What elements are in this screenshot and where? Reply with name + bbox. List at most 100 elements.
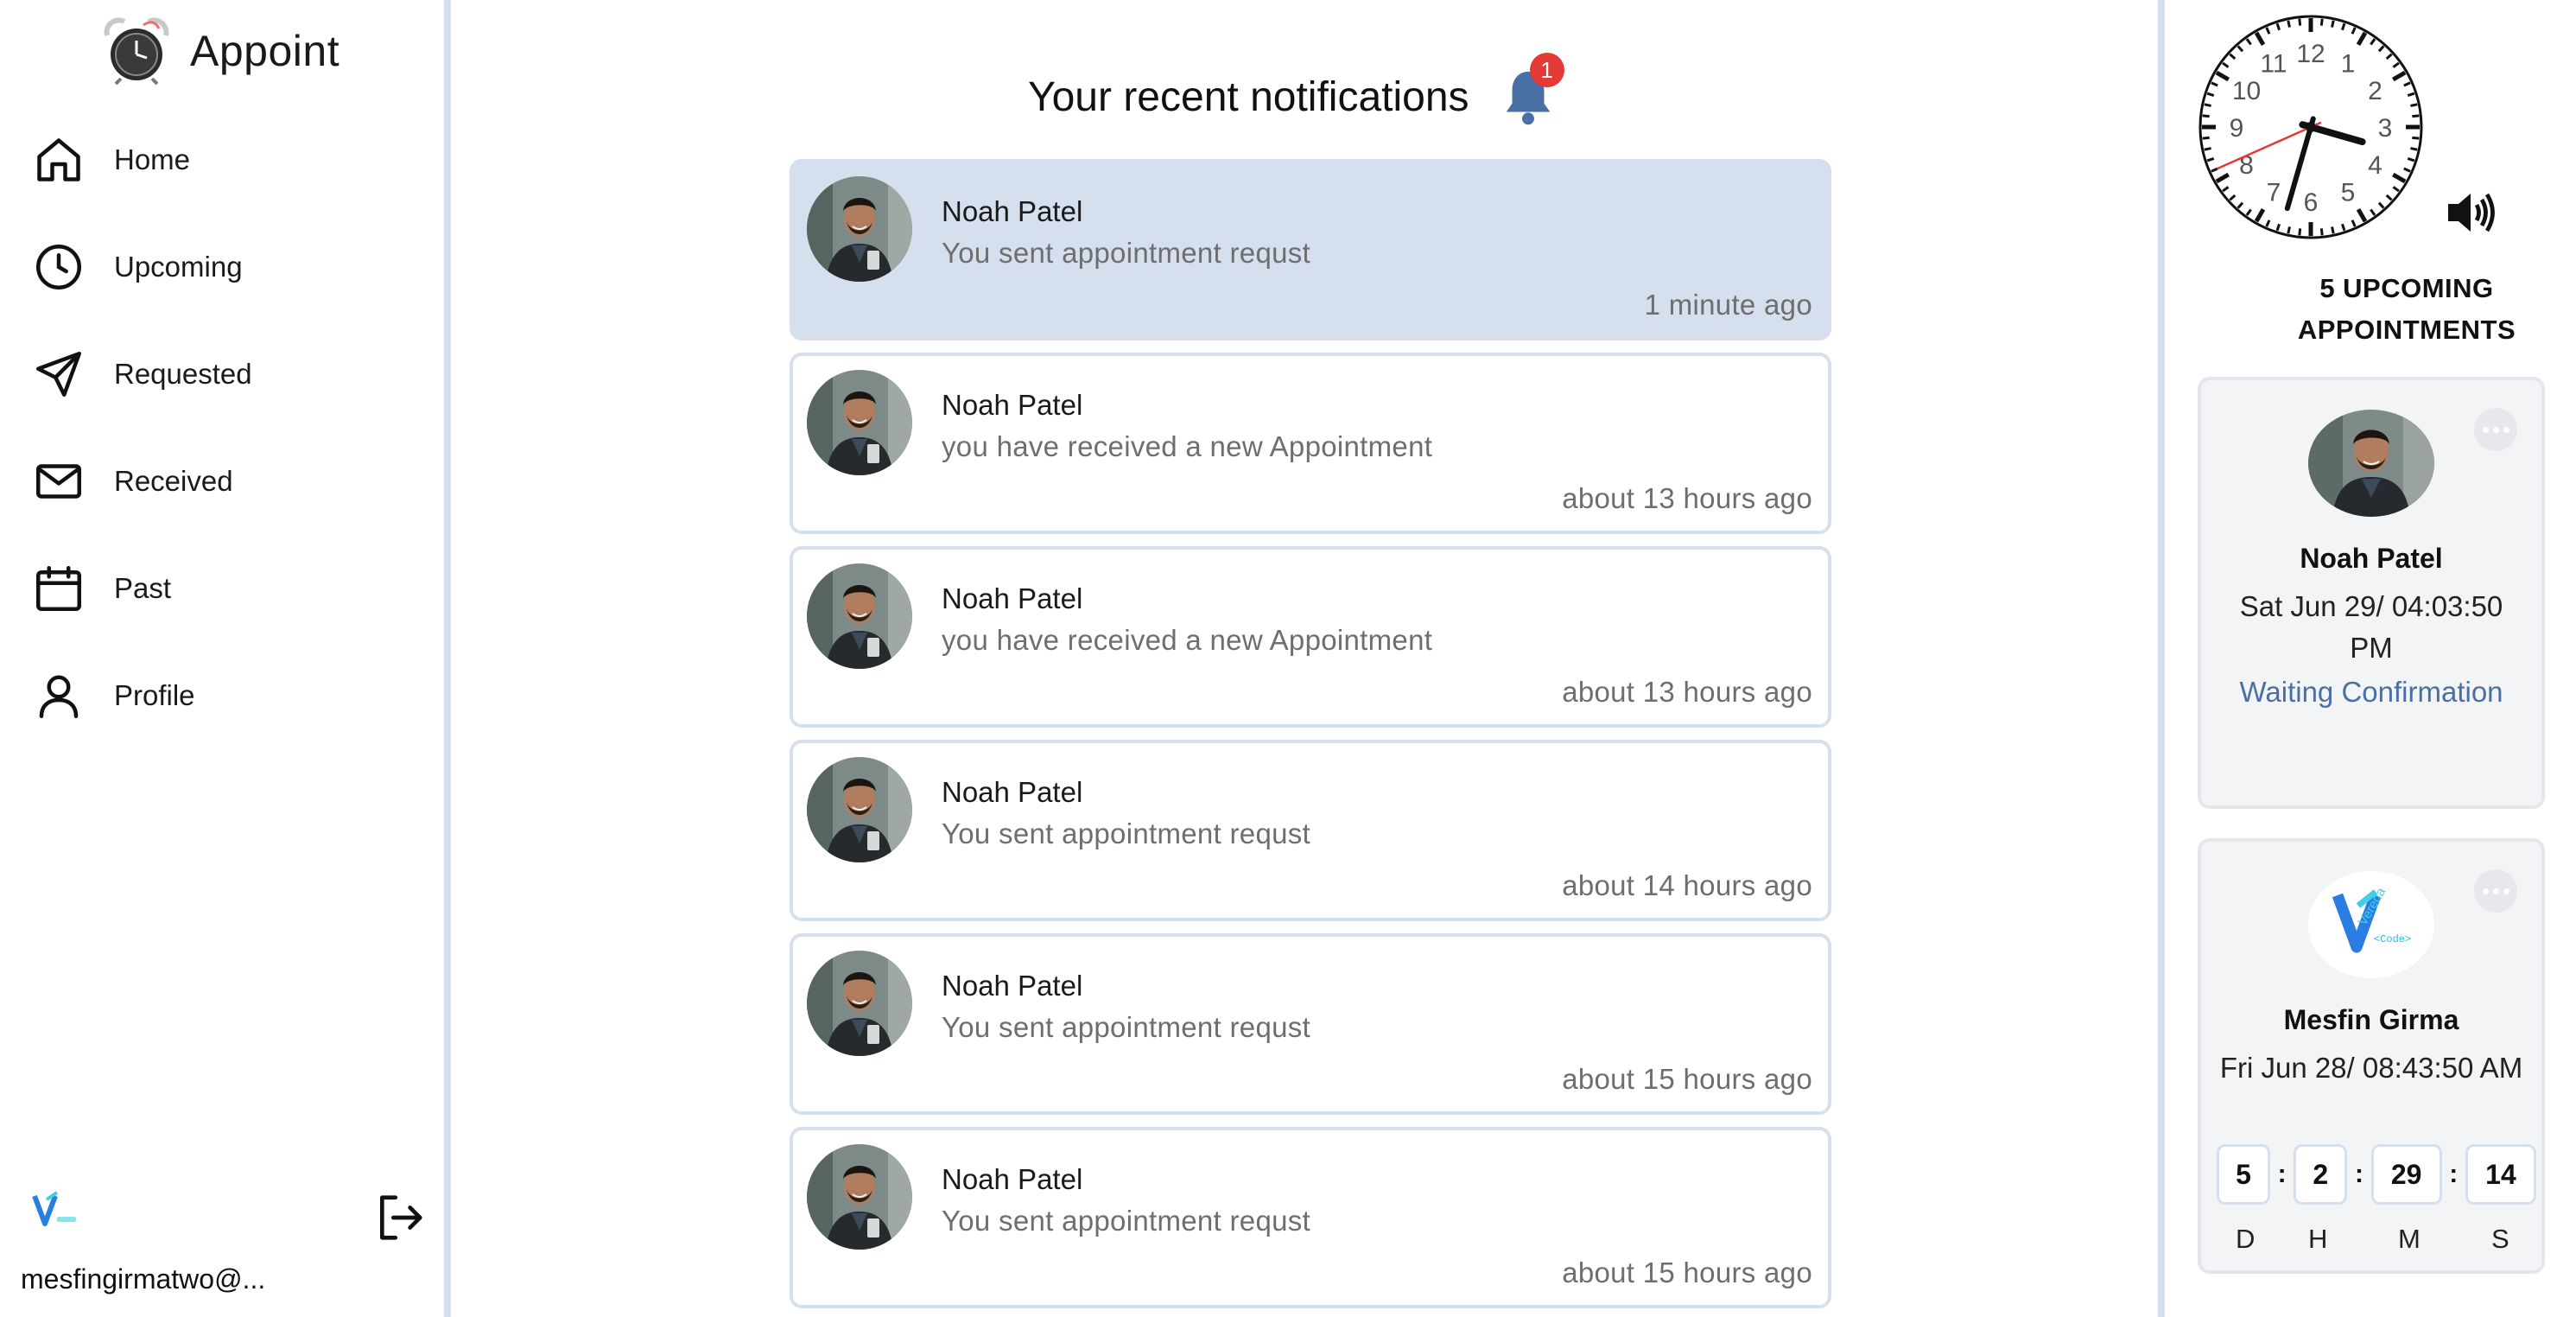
sidebar-item-past[interactable]: Past bbox=[33, 558, 430, 619]
dot-icon bbox=[2492, 426, 2499, 433]
dot-icon bbox=[2503, 888, 2509, 894]
sidebar: Appoint Home Upcoming Requested Received… bbox=[0, 0, 451, 1317]
more-options-button[interactable] bbox=[2474, 408, 2517, 451]
avatar bbox=[807, 951, 912, 1056]
notification-badge: 1 bbox=[1529, 53, 1564, 87]
clock-tick bbox=[2412, 136, 2420, 140]
appointment-date: Fri Jun 28/ 08:43:50 AM bbox=[2219, 1052, 2523, 1084]
notification-sender: Noah Patel bbox=[942, 582, 1083, 614]
sidebar-item-label: Home bbox=[114, 143, 191, 175]
clock-number: 10 bbox=[2232, 77, 2261, 105]
appointment-date: Sat Jun 29/ 04:03:50 PM bbox=[2239, 590, 2503, 664]
app-root: Appoint Home Upcoming Requested Received… bbox=[0, 0, 2576, 1317]
sidebar-item-label: Profile bbox=[114, 679, 195, 711]
sidebar-item-requested[interactable]: Requested bbox=[33, 344, 430, 404]
dot-icon bbox=[2492, 888, 2499, 894]
logout-icon[interactable] bbox=[373, 1191, 427, 1244]
sidebar-nav: Home Upcoming Requested Received Past Pr… bbox=[33, 130, 430, 773]
brand[interactable]: Appoint bbox=[102, 12, 339, 90]
appointment-card[interactable]: Vereda <Code> Mesfin Girma Fri Jun 28/ 0… bbox=[2198, 838, 2545, 1274]
sidebar-item-label: Past bbox=[114, 572, 172, 604]
countdown-minutes: 29 bbox=[2370, 1144, 2442, 1205]
v-logo-icon: Vereda <Code> bbox=[2308, 871, 2434, 978]
notification-item[interactable]: Noah Patel you have received a new Appoi… bbox=[790, 546, 1831, 728]
countdown-label-minutes: M bbox=[2398, 1224, 2421, 1254]
sidebar-item-profile[interactable]: Profile bbox=[33, 665, 430, 726]
notification-message: You sent appointment requst bbox=[942, 1205, 1311, 1237]
notification-time: 1 minute ago bbox=[1644, 289, 1812, 321]
notification-message: you have received a new Appointment bbox=[942, 624, 1433, 656]
countdown-separator: : bbox=[2449, 1160, 2459, 1188]
right-panel: 12 1 2 3 4 5 6 7 8 9 10 11 5 UPCOMING APPOINTMENTS bbox=[2158, 0, 2576, 1317]
countdown-seconds: 14 bbox=[2465, 1144, 2536, 1205]
avatar bbox=[807, 370, 912, 475]
mail-icon bbox=[33, 455, 85, 507]
avatar bbox=[807, 757, 912, 862]
countdown-separator: : bbox=[2354, 1160, 2363, 1188]
notification-item[interactable]: Noah Patel you have received a new Appoi… bbox=[790, 353, 1831, 534]
dot-icon bbox=[2482, 888, 2489, 894]
home-icon bbox=[33, 134, 85, 186]
countdown-days: 5 bbox=[2217, 1144, 2270, 1205]
more-options-button[interactable] bbox=[2474, 869, 2517, 913]
clock-number: 12 bbox=[2296, 40, 2325, 68]
appointment-name: Mesfin Girma bbox=[2283, 1004, 2459, 1035]
upcoming-heading-line2: APPOINTMENTS bbox=[2297, 315, 2516, 345]
countdown-labels: D H M S bbox=[2217, 1224, 2536, 1258]
sidebar-item-label: Upcoming bbox=[114, 251, 243, 283]
status-badge: Waiting Confirmation bbox=[2239, 676, 2503, 708]
avatar bbox=[2308, 410, 2434, 517]
clock-number: 2 bbox=[2368, 77, 2382, 105]
countdown-timer: 5 : 2 : 29 : 14 bbox=[2217, 1144, 2536, 1205]
notification-item[interactable]: Noah Patel You sent appointment requst a… bbox=[790, 933, 1831, 1115]
notification-sender: Noah Patel bbox=[942, 776, 1083, 808]
clock-tick bbox=[2331, 226, 2335, 234]
speaker-icon[interactable] bbox=[2445, 188, 2497, 237]
clock-number: 9 bbox=[2230, 114, 2244, 143]
brand-name: Appoint bbox=[190, 27, 340, 75]
clock-tick bbox=[2410, 147, 2418, 151]
v-logo-icon bbox=[32, 1191, 76, 1226]
sidebar-item-home[interactable]: Home bbox=[33, 130, 430, 190]
clock-number: 4 bbox=[2368, 151, 2382, 180]
avatar bbox=[807, 176, 912, 282]
notification-message: you have received a new Appointment bbox=[942, 430, 1433, 462]
clock-number: 6 bbox=[2304, 188, 2319, 217]
page-title: Your recent notifications bbox=[1028, 73, 1469, 120]
notification-item[interactable]: Noah Patel You sent appointment requst 1… bbox=[790, 159, 1831, 340]
notification-sender: Noah Patel bbox=[942, 195, 1083, 227]
avatar bbox=[807, 563, 912, 669]
clock-tick bbox=[2412, 114, 2420, 118]
clock-number: 11 bbox=[2260, 50, 2287, 79]
notification-message: You sent appointment requst bbox=[942, 818, 1311, 849]
main-content: Your recent notifications 1 Noah Patel Y… bbox=[458, 0, 2158, 1317]
countdown-separator: : bbox=[2277, 1160, 2287, 1188]
sidebar-item-upcoming[interactable]: Upcoming bbox=[33, 237, 430, 297]
clock-tick bbox=[2319, 18, 2324, 26]
clock-tick bbox=[2319, 228, 2324, 236]
user-icon bbox=[33, 670, 85, 722]
countdown-label-hours: H bbox=[2308, 1224, 2328, 1254]
sidebar-item-received[interactable]: Received bbox=[33, 451, 430, 512]
analog-clock: 12 1234567891011 bbox=[2198, 15, 2423, 239]
notification-item[interactable]: Noah Patel You sent appointment requst a… bbox=[790, 1127, 1831, 1308]
clock-number: 3 bbox=[2378, 114, 2393, 143]
notification-bell[interactable]: 1 bbox=[1501, 53, 1564, 127]
person-photo-icon bbox=[2308, 410, 2434, 517]
notification-time: about 13 hours ago bbox=[1562, 676, 1812, 708]
clock-number: 7 bbox=[2267, 178, 2281, 207]
countdown-label-days: D bbox=[2236, 1224, 2256, 1254]
avatar: Vereda <Code> bbox=[2308, 871, 2434, 978]
clock-tick bbox=[2410, 103, 2418, 107]
notification-sender: Noah Patel bbox=[942, 389, 1083, 421]
clock-tick bbox=[2202, 114, 2210, 118]
appointment-card[interactable]: Noah Patel Sat Jun 29/ 04:03:50 PM Waiti… bbox=[2198, 377, 2545, 809]
clock-tick bbox=[2204, 147, 2211, 151]
countdown-hours: 2 bbox=[2294, 1144, 2348, 1205]
notification-time: about 15 hours ago bbox=[1562, 1063, 1812, 1095]
dot-icon bbox=[2503, 426, 2509, 433]
sidebar-item-label: Requested bbox=[114, 358, 252, 390]
notification-message: You sent appointment requst bbox=[942, 237, 1311, 269]
notification-item[interactable]: Noah Patel You sent appointment requst a… bbox=[790, 740, 1831, 921]
upcoming-heading: 5 UPCOMING APPOINTMENTS bbox=[2277, 268, 2536, 351]
